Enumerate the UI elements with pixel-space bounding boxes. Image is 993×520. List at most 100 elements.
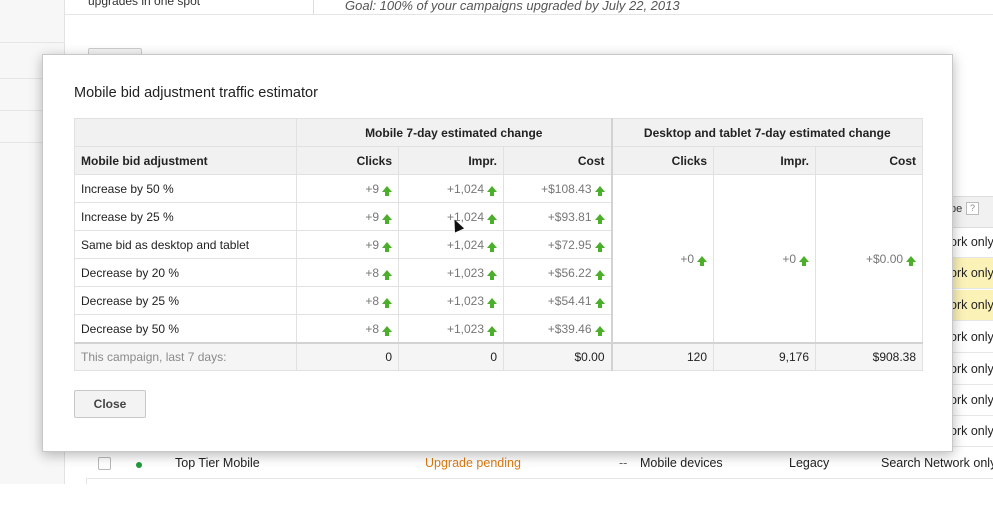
cost-value: +$54.41 bbox=[547, 293, 592, 308]
totals-row: This campaign, last 7 days: 0 0 $0.00 12… bbox=[74, 342, 924, 371]
upgrade-center-text: upgrades in one spot bbox=[88, 0, 201, 8]
desktop-cost-change-cell: +$0.00 bbox=[815, 174, 924, 344]
green-up-arrow-icon bbox=[382, 241, 392, 252]
totals-label: This campaign, last 7 days: bbox=[74, 342, 297, 371]
impr-cell: +1,023 bbox=[398, 286, 504, 315]
cost-cell: +$54.41 bbox=[502, 286, 613, 315]
impr-value: +1,024 bbox=[446, 237, 484, 252]
impr-cell: +1,023 bbox=[398, 258, 504, 287]
desktop-clicks-change: +0 bbox=[680, 251, 695, 266]
adjustment-label: Increase by 25 % bbox=[74, 202, 297, 231]
green-up-arrow-icon bbox=[906, 255, 917, 266]
green-up-arrow-icon bbox=[487, 241, 497, 252]
impr-cell: +1,024 bbox=[398, 230, 504, 259]
green-up-arrow-icon bbox=[594, 185, 605, 196]
impr-column-header: Impr. bbox=[398, 146, 504, 175]
upgrade-status-link[interactable]: Upgrade pending bbox=[425, 448, 521, 478]
cost-value: +$56.22 bbox=[547, 265, 592, 280]
help-icon[interactable]: ? bbox=[966, 202, 979, 215]
impr-cell: +1,024 bbox=[398, 202, 504, 231]
cost-cell: +$93.81 bbox=[502, 202, 613, 231]
blank-header-cell bbox=[74, 118, 297, 147]
green-up-arrow-icon bbox=[487, 185, 497, 196]
adjustment-column-header: Mobile bid adjustment bbox=[74, 146, 297, 175]
cost-cell: +$72.95 bbox=[502, 230, 613, 259]
desktop-cost-change: +$0.00 bbox=[866, 251, 904, 266]
green-up-arrow-icon bbox=[594, 297, 605, 308]
green-up-arrow-icon bbox=[594, 213, 605, 224]
desktop-total-impr: 9,176 bbox=[713, 342, 817, 371]
adjustment-label: Decrease by 50 % bbox=[74, 314, 297, 344]
cost-value: +$72.95 bbox=[547, 237, 592, 252]
cost-cell: +$56.22 bbox=[502, 258, 613, 287]
adjustment-label: Same bid as desktop and tablet bbox=[74, 230, 297, 259]
campaign-type-cell: ork only bbox=[950, 354, 993, 385]
total-clicks: 0 bbox=[296, 342, 399, 371]
desktop-impr-change-cell: +0 bbox=[713, 174, 817, 344]
campaign-type-cell: ork only bbox=[950, 290, 993, 321]
header-divider bbox=[313, 0, 314, 14]
clicks-value: +8 bbox=[365, 293, 379, 308]
close-button[interactable]: Close bbox=[74, 390, 146, 418]
clicks-cell: +9 bbox=[296, 202, 399, 231]
upgrade-goal-text: Goal: 100% of your campaigns upgraded by… bbox=[345, 0, 680, 13]
green-up-arrow-icon bbox=[697, 255, 708, 266]
green-up-arrow-icon bbox=[594, 269, 605, 280]
campaign-type-cell: ork only bbox=[950, 227, 993, 258]
header-rule bbox=[64, 14, 993, 15]
green-up-arrow-icon bbox=[594, 241, 605, 252]
clicks-cell: +8 bbox=[296, 286, 399, 315]
mobile-group-header: Mobile 7-day estimated change bbox=[295, 118, 613, 147]
green-up-arrow-icon bbox=[382, 185, 392, 196]
campaign-name-link[interactable]: Top Tier Mobile bbox=[175, 448, 260, 478]
impr-cell: +1,023 bbox=[398, 314, 504, 344]
cost-value: +$39.46 bbox=[547, 321, 592, 336]
cost-value: +$93.81 bbox=[547, 209, 592, 224]
device-targeting-cell: Mobile devices bbox=[640, 456, 723, 470]
cost-column-header: Cost bbox=[502, 146, 613, 175]
campaign-type-cell: ork only bbox=[950, 416, 993, 447]
desktop-total-cost: $908.38 bbox=[815, 342, 924, 371]
campaign-row[interactable]: Top Tier Mobile Upgrade pending -- Mobil… bbox=[86, 448, 993, 479]
network-cell: Search Network only bbox=[881, 456, 993, 470]
impr-value: +1,024 bbox=[446, 181, 484, 196]
clicks-value: +8 bbox=[365, 265, 379, 280]
impr-value: +1,023 bbox=[446, 321, 484, 336]
desktop-clicks-change-cell: +0 bbox=[610, 174, 715, 344]
green-up-arrow-icon bbox=[382, 325, 392, 336]
campaign-type-cell: ork only bbox=[950, 385, 993, 416]
clicks-value: +9 bbox=[365, 237, 379, 252]
clicks-cell: +8 bbox=[296, 314, 399, 344]
desktop-impr-column-header: Impr. bbox=[713, 146, 817, 175]
adjustment-label: Decrease by 20 % bbox=[74, 258, 297, 287]
enabled-status-dot-icon bbox=[136, 462, 142, 468]
green-up-arrow-icon bbox=[487, 325, 497, 336]
green-up-arrow-icon bbox=[799, 255, 810, 266]
green-up-arrow-icon bbox=[487, 297, 497, 308]
table-row: Increase by 50 % +9 +1,024 +$108.43 +0 +… bbox=[74, 174, 924, 344]
impr-cell: +1,024 bbox=[398, 174, 504, 203]
campaign-type-cell: ork only bbox=[950, 258, 993, 289]
clicks-value: +8 bbox=[365, 321, 379, 336]
clicks-column-header: Clicks bbox=[296, 146, 399, 175]
empty-cell-dash: -- bbox=[619, 456, 628, 470]
green-up-arrow-icon bbox=[487, 213, 497, 224]
adjustment-label: Decrease by 25 % bbox=[74, 286, 297, 315]
green-up-arrow-icon bbox=[594, 325, 605, 336]
total-cost: $0.00 bbox=[502, 342, 613, 371]
desktop-group-header: Desktop and tablet 7-day estimated chang… bbox=[610, 118, 924, 147]
campaign-type-cell: ork only bbox=[950, 322, 993, 353]
desktop-clicks-column-header: Clicks bbox=[610, 146, 715, 175]
green-up-arrow-icon bbox=[487, 269, 497, 280]
cost-cell: +$108.43 bbox=[502, 174, 613, 203]
desktop-impr-change: +0 bbox=[782, 251, 797, 266]
green-up-arrow-icon bbox=[382, 297, 392, 308]
total-impr: 0 bbox=[398, 342, 504, 371]
estimator-table: Mobile 7-day estimated change Desktop an… bbox=[74, 118, 924, 371]
clicks-cell: +8 bbox=[296, 258, 399, 287]
campaign-type-cell: Legacy bbox=[789, 456, 830, 470]
traffic-estimator-dialog: Mobile bid adjustment traffic estimator … bbox=[42, 54, 953, 452]
desktop-cost-column-header: Cost bbox=[815, 146, 924, 175]
row-checkbox[interactable] bbox=[98, 457, 111, 470]
green-up-arrow-icon bbox=[382, 269, 392, 280]
